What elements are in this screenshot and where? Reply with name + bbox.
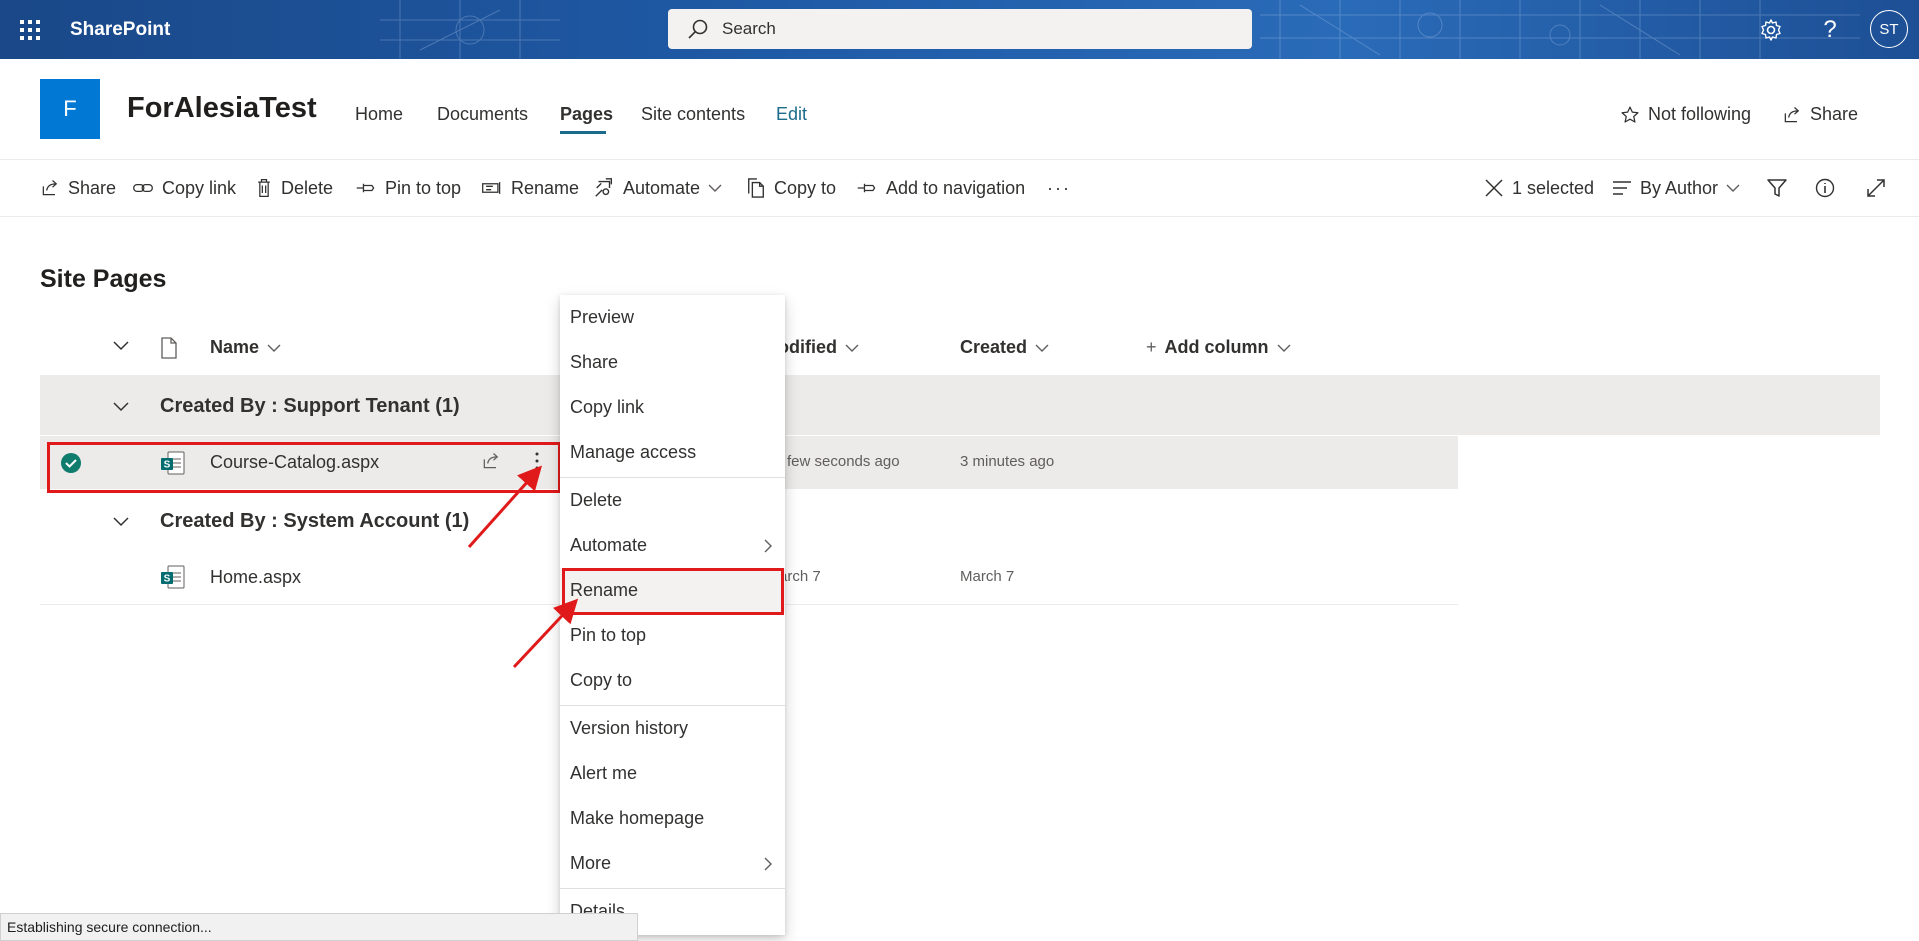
browser-status-bar: Establishing secure connection...	[0, 913, 638, 941]
annotation-arrows	[467, 465, 579, 669]
arrow-to-more-actions	[467, 465, 543, 549]
arrow-to-rename	[512, 598, 579, 669]
